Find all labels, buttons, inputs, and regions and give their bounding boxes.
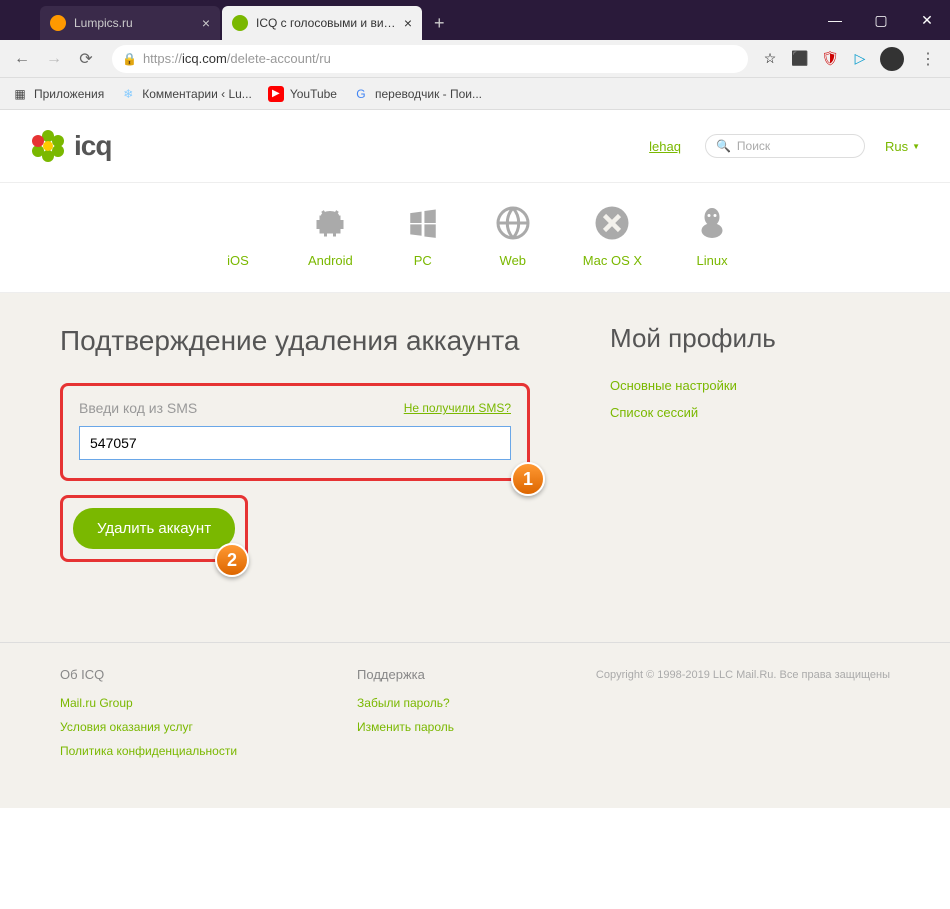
- footer-link[interactable]: Mail.ru Group: [60, 696, 237, 710]
- footer-heading: Поддержка: [357, 667, 454, 682]
- menu-button[interactable]: ⋮: [914, 49, 942, 69]
- macos-icon: [592, 203, 632, 243]
- apple-icon: [218, 203, 258, 243]
- android-icon: [310, 203, 350, 243]
- platform-pc[interactable]: PC: [403, 203, 443, 268]
- annotation-sms-box: Введи код из SMS Не получили SMS? 1: [60, 383, 530, 481]
- bookmark-item[interactable]: ❄ Комментарии ‹ Lu...: [120, 86, 252, 102]
- platforms-bar: iOS Android PC Web Mac OS X: [0, 183, 950, 293]
- bookmark-icon: ❄: [120, 86, 136, 102]
- platform-android[interactable]: Android: [308, 203, 353, 268]
- close-button[interactable]: ✕: [904, 0, 950, 40]
- platform-web[interactable]: Web: [493, 203, 533, 268]
- extension-icon[interactable]: ⬛: [790, 49, 810, 69]
- site-header: icq lehaq 🔍 Поиск Rus ▼: [0, 110, 950, 183]
- profile-avatar[interactable]: [880, 47, 904, 71]
- footer-link[interactable]: Условия оказания услуг: [60, 720, 237, 734]
- sidebar: Мой профиль Основные настройки Список се…: [610, 323, 890, 562]
- logo-text: icq: [74, 130, 111, 162]
- google-icon: G: [353, 86, 369, 102]
- field-label: Введи код из SMS: [79, 400, 197, 416]
- url-bar: ← → ⟳ 🔒 https://icq.com/delete-account/r…: [0, 40, 950, 78]
- globe-icon: [493, 203, 533, 243]
- lock-icon: 🔒: [122, 52, 137, 66]
- sms-code-input[interactable]: [79, 426, 511, 460]
- icq-flower-icon: [30, 128, 66, 164]
- maximize-button[interactable]: ▢: [858, 0, 904, 40]
- close-icon[interactable]: ×: [404, 15, 412, 31]
- browser-tab-active[interactable]: ICQ с голосовыми и видеозвон ×: [222, 6, 422, 40]
- reload-button[interactable]: ⟳: [72, 45, 100, 73]
- profile-link-sessions[interactable]: Список сессий: [610, 405, 890, 420]
- platform-linux[interactable]: Linux: [692, 203, 732, 268]
- apps-button[interactable]: ▦ Приложения: [12, 86, 104, 102]
- linux-icon: [692, 203, 732, 243]
- sms-form: Введи код из SMS Не получили SMS? 1 Удал…: [60, 383, 530, 562]
- user-link[interactable]: lehaq: [649, 139, 681, 154]
- search-icon: 🔍: [716, 139, 731, 153]
- site-footer: Об ICQ Mail.ru Group Условия оказания ус…: [0, 642, 950, 808]
- language-select[interactable]: Rus ▼: [885, 139, 920, 154]
- footer-link[interactable]: Политика конфиденциальности: [60, 744, 237, 758]
- browser-tab[interactable]: Lumpics.ru ×: [40, 6, 220, 40]
- tab-title: Lumpics.ru: [74, 16, 196, 30]
- page-content: icq lehaq 🔍 Поиск Rus ▼ iOS Android PC: [0, 110, 950, 808]
- bookmark-item[interactable]: ▶ YouTube: [268, 86, 337, 102]
- apps-icon: ▦: [12, 86, 28, 102]
- new-tab-button[interactable]: +: [424, 6, 455, 40]
- window-controls: — ▢ ✕: [812, 0, 950, 40]
- delete-account-button[interactable]: Удалить аккаунт: [73, 508, 235, 549]
- profile-link-settings[interactable]: Основные настройки: [610, 378, 890, 393]
- favicon: [50, 15, 66, 31]
- star-icon[interactable]: ☆: [760, 49, 780, 69]
- extension-icon[interactable]: ▷: [850, 49, 870, 69]
- chevron-down-icon: ▼: [912, 142, 920, 151]
- footer-heading: Об ICQ: [60, 667, 237, 682]
- bookmark-item[interactable]: G переводчик - Пои...: [353, 86, 482, 102]
- resend-sms-link[interactable]: Не получили SMS?: [404, 401, 511, 415]
- copyright-text: Copyright © 1998-2019 LLC Mail.Ru. Все п…: [596, 667, 890, 768]
- ublock-icon[interactable]: 🛡: [820, 49, 840, 69]
- browser-tab-bar: Lumpics.ru × ICQ с голосовыми и видеозво…: [0, 0, 950, 40]
- annotation-button-box: Удалить аккаунт 2: [60, 495, 248, 562]
- favicon: [232, 15, 248, 31]
- bookmarks-bar: ▦ Приложения ❄ Комментарии ‹ Lu... ▶ You…: [0, 78, 950, 110]
- sidebar-heading: Мой профиль: [610, 323, 890, 354]
- main-content: Подтверждение удаления аккаунта Введи ко…: [0, 293, 950, 642]
- left-column: Подтверждение удаления аккаунта Введи ко…: [60, 323, 530, 562]
- youtube-icon: ▶: [268, 86, 284, 102]
- platform-macos[interactable]: Mac OS X: [583, 203, 642, 268]
- platform-ios[interactable]: iOS: [218, 203, 258, 268]
- close-icon[interactable]: ×: [202, 15, 210, 31]
- back-button[interactable]: ←: [8, 45, 36, 73]
- page-heading: Подтверждение удаления аккаунта: [60, 323, 530, 359]
- footer-link[interactable]: Забыли пароль?: [357, 696, 454, 710]
- tab-title: ICQ с голосовыми и видеозвон: [256, 16, 398, 30]
- url-text: https://icq.com/delete-account/ru: [143, 51, 331, 66]
- forward-button[interactable]: →: [40, 45, 68, 73]
- search-input[interactable]: 🔍 Поиск: [705, 134, 865, 158]
- minimize-button[interactable]: —: [812, 0, 858, 40]
- footer-link[interactable]: Изменить пароль: [357, 720, 454, 734]
- address-bar[interactable]: 🔒 https://icq.com/delete-account/ru: [112, 45, 748, 73]
- windows-icon: [403, 203, 443, 243]
- logo[interactable]: icq: [30, 128, 111, 164]
- footer-col-about: Об ICQ Mail.ru Group Условия оказания ус…: [60, 667, 237, 768]
- footer-col-support: Поддержка Забыли пароль? Изменить пароль: [357, 667, 454, 768]
- extension-icons: ☆ ⬛ 🛡 ▷ ⋮: [760, 47, 942, 71]
- annotation-badge-1: 1: [511, 462, 545, 496]
- annotation-badge-2: 2: [215, 543, 249, 577]
